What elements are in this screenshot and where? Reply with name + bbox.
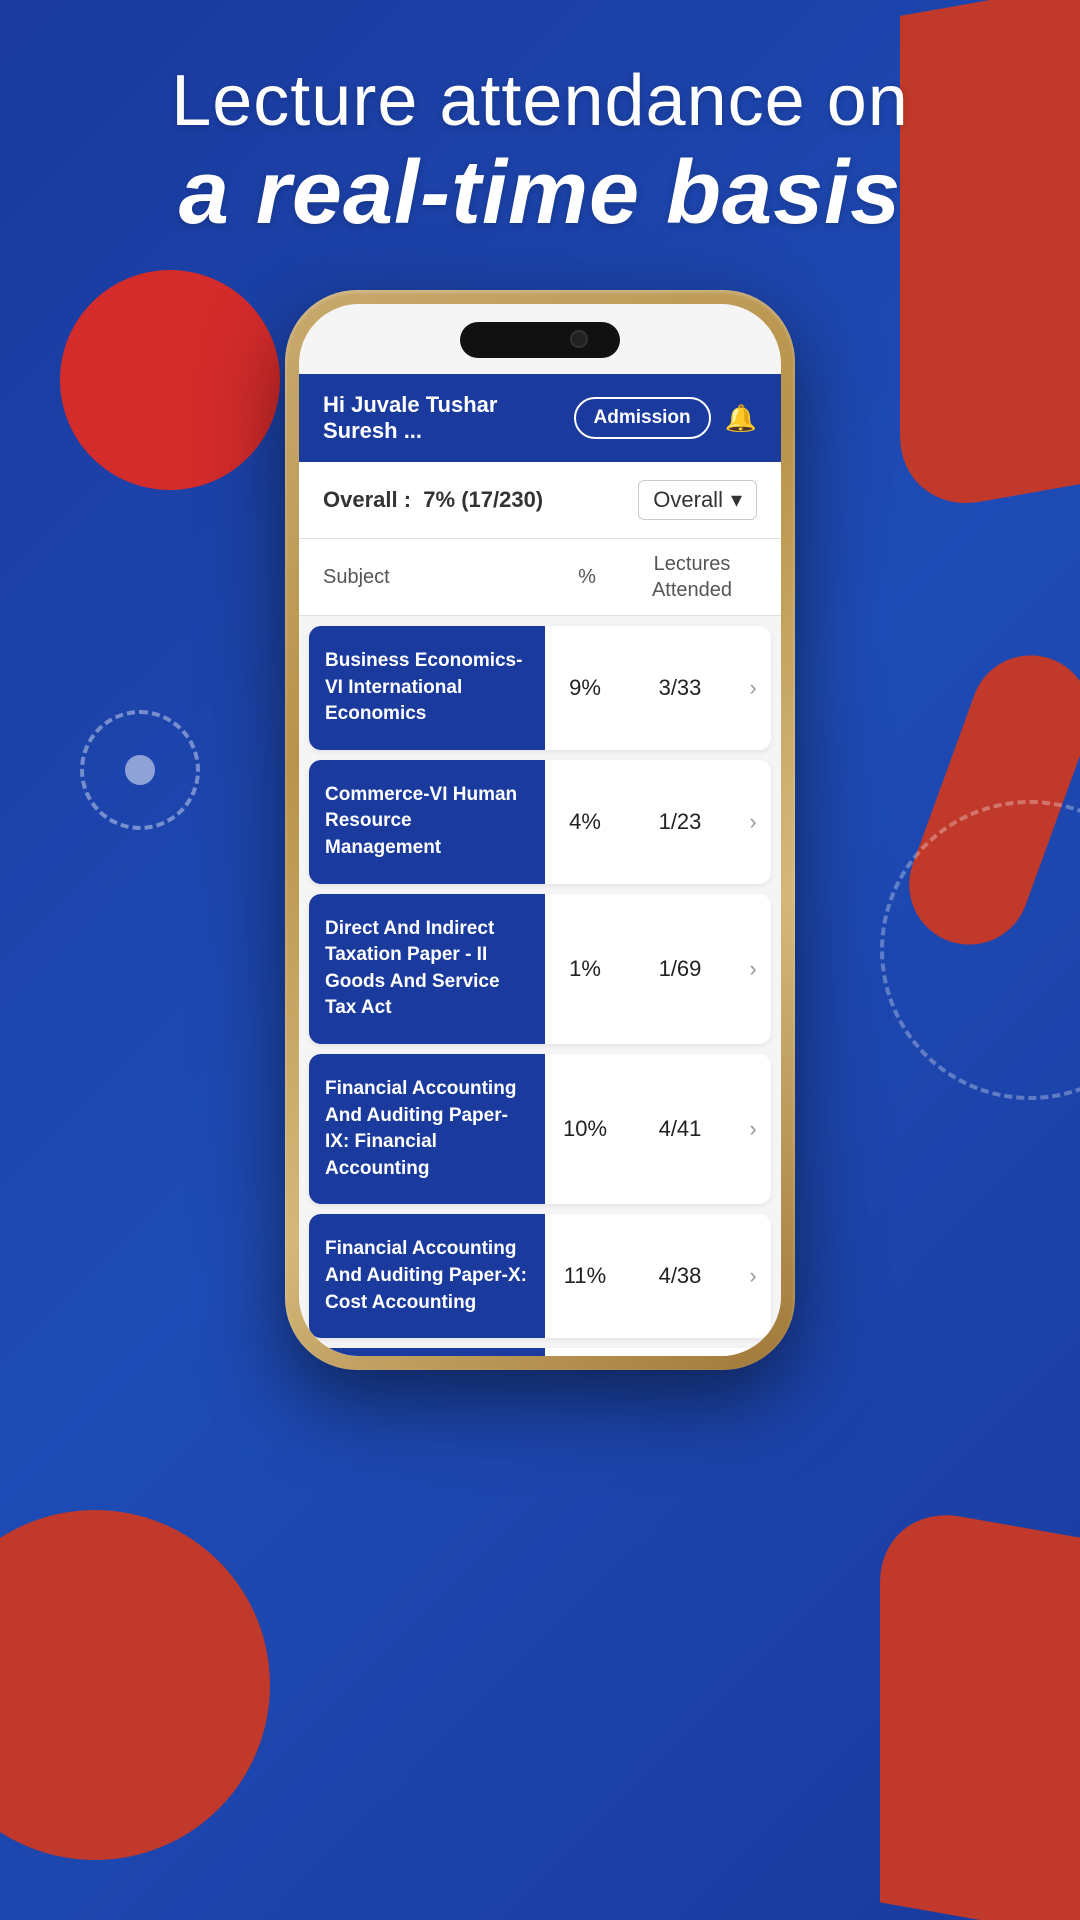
subject-name: Commerce-VI Human Resource Management bbox=[309, 760, 545, 884]
overall-label-text: Overall : bbox=[323, 487, 411, 512]
subject-lectures: 1/69 bbox=[625, 956, 735, 982]
col-header-subject: Subject bbox=[323, 566, 547, 589]
col-header-lectures: Lectures Attended bbox=[627, 551, 757, 603]
dropdown-label: Overall bbox=[653, 487, 723, 513]
subject-list: Business Economics-VI International Econ… bbox=[299, 616, 781, 1356]
phone-screen: Hi Juvale Tushar Suresh ... Admission 🔔 … bbox=[299, 304, 781, 1356]
subject-percent: 10% bbox=[545, 1116, 625, 1142]
dropdown-chevron-icon: ▾ bbox=[731, 487, 742, 513]
chevron-right-icon: › bbox=[735, 1116, 771, 1142]
bg-arc-right bbox=[880, 800, 1080, 1100]
subject-name: Business Economics-VI International Econ… bbox=[309, 626, 545, 750]
bell-icon[interactable]: 🔔 bbox=[725, 403, 757, 434]
subject-name: Financial Accounting And Auditing Paper-… bbox=[309, 1214, 545, 1338]
overall-row: Overall : 7% (17/230) Overall ▾ bbox=[299, 462, 781, 539]
bg-blob-bottom-left bbox=[0, 1510, 270, 1860]
overall-label: Overall : 7% (17/230) bbox=[323, 487, 543, 513]
subject-percent: 4% bbox=[545, 809, 625, 835]
subject-percent: 11% bbox=[545, 1263, 625, 1289]
phone-camera bbox=[570, 330, 588, 348]
subject-percent: 1% bbox=[545, 956, 625, 982]
subject-name: Direct And Indirect Taxation Paper - II … bbox=[309, 894, 545, 1044]
phone-mockup: Hi Juvale Tushar Suresh ... Admission 🔔 … bbox=[285, 290, 795, 1370]
subject-name: Financial Accounting And Auditing Paper-… bbox=[309, 1054, 545, 1204]
chevron-right-icon: › bbox=[735, 809, 771, 835]
table-row[interactable]: Business Economics-VI International Econ… bbox=[309, 626, 771, 750]
table-row[interactable]: Direct And Indirect Taxation Paper - II … bbox=[309, 894, 771, 1044]
subject-lectures: 4/41 bbox=[625, 1116, 735, 1142]
overall-dropdown[interactable]: Overall ▾ bbox=[638, 480, 757, 520]
phone-outer-shell: Hi Juvale Tushar Suresh ... Admission 🔔 … bbox=[285, 290, 795, 1370]
table-row[interactable]: Psychology of Human Behavior at Work Pap… bbox=[309, 1348, 771, 1356]
table-row[interactable]: Financial Accounting And Auditing Paper-… bbox=[309, 1054, 771, 1204]
hero-section: Lecture attendance on a real-time basis bbox=[0, 60, 1080, 245]
subject-lectures: 3/33 bbox=[625, 675, 735, 701]
bg-stripe-bottom-right bbox=[880, 1502, 1080, 1920]
greeting-text: Hi Juvale Tushar Suresh ... bbox=[323, 392, 574, 444]
chevron-right-icon: › bbox=[735, 675, 771, 701]
subject-lectures: 4/38 bbox=[625, 1263, 735, 1289]
admission-button[interactable]: Admission bbox=[574, 397, 711, 439]
subject-lectures: 1/23 bbox=[625, 809, 735, 835]
col-header-percent: % bbox=[547, 566, 627, 589]
subject-name: Psychology of Human Behavior at Work Pap… bbox=[309, 1348, 545, 1356]
bg-dot bbox=[125, 755, 155, 785]
table-header: Subject % Lectures Attended bbox=[299, 539, 781, 616]
table-row[interactable]: Financial Accounting And Auditing Paper-… bbox=[309, 1214, 771, 1338]
bg-circle-red bbox=[60, 270, 280, 490]
phone-notch bbox=[460, 322, 620, 358]
table-row[interactable]: Commerce-VI Human Resource Management 4%… bbox=[309, 760, 771, 884]
app-content: Hi Juvale Tushar Suresh ... Admission 🔔 … bbox=[299, 304, 781, 1356]
hero-line2: a real-time basis bbox=[0, 142, 1080, 245]
hero-line1: Lecture attendance on bbox=[0, 60, 1080, 142]
app-header: Hi Juvale Tushar Suresh ... Admission 🔔 bbox=[299, 374, 781, 462]
subject-percent: 9% bbox=[545, 675, 625, 701]
chevron-right-icon: › bbox=[735, 1263, 771, 1289]
overall-value: 7% (17/230) bbox=[423, 487, 543, 512]
chevron-right-icon: › bbox=[735, 956, 771, 982]
header-actions: Admission 🔔 bbox=[574, 397, 758, 439]
